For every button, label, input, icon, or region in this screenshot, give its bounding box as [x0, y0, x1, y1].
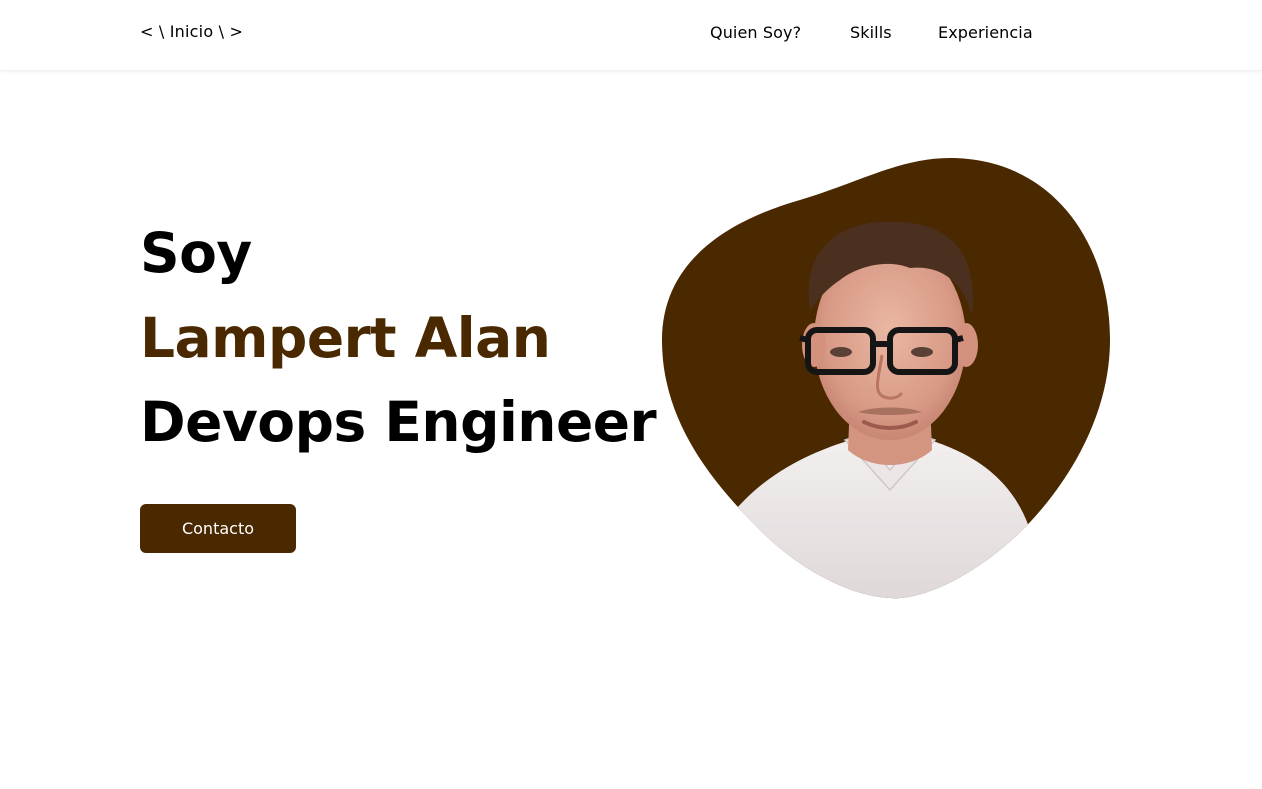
left-eye — [830, 347, 852, 357]
hero-name: Lampert Alan — [140, 306, 551, 370]
top-navbar: < \ Inicio \ > Quien Soy? Skills Experie… — [0, 0, 1262, 71]
profile-portrait — [662, 158, 1110, 599]
nav-link-quien-soy[interactable]: Quien Soy? — [710, 23, 801, 42]
hero-intro-text: Soy — [140, 221, 252, 285]
nav-link-skills[interactable]: Skills — [850, 23, 892, 42]
logo-home-link[interactable]: < \ Inicio \ > — [140, 22, 243, 41]
right-eye — [911, 347, 933, 357]
contact-button[interactable]: Contacto — [140, 504, 296, 553]
nav-link-experiencia[interactable]: Experiencia — [938, 23, 1033, 42]
hero-role: Devops Engineer — [140, 390, 657, 454]
portrait-blob — [662, 158, 1110, 599]
